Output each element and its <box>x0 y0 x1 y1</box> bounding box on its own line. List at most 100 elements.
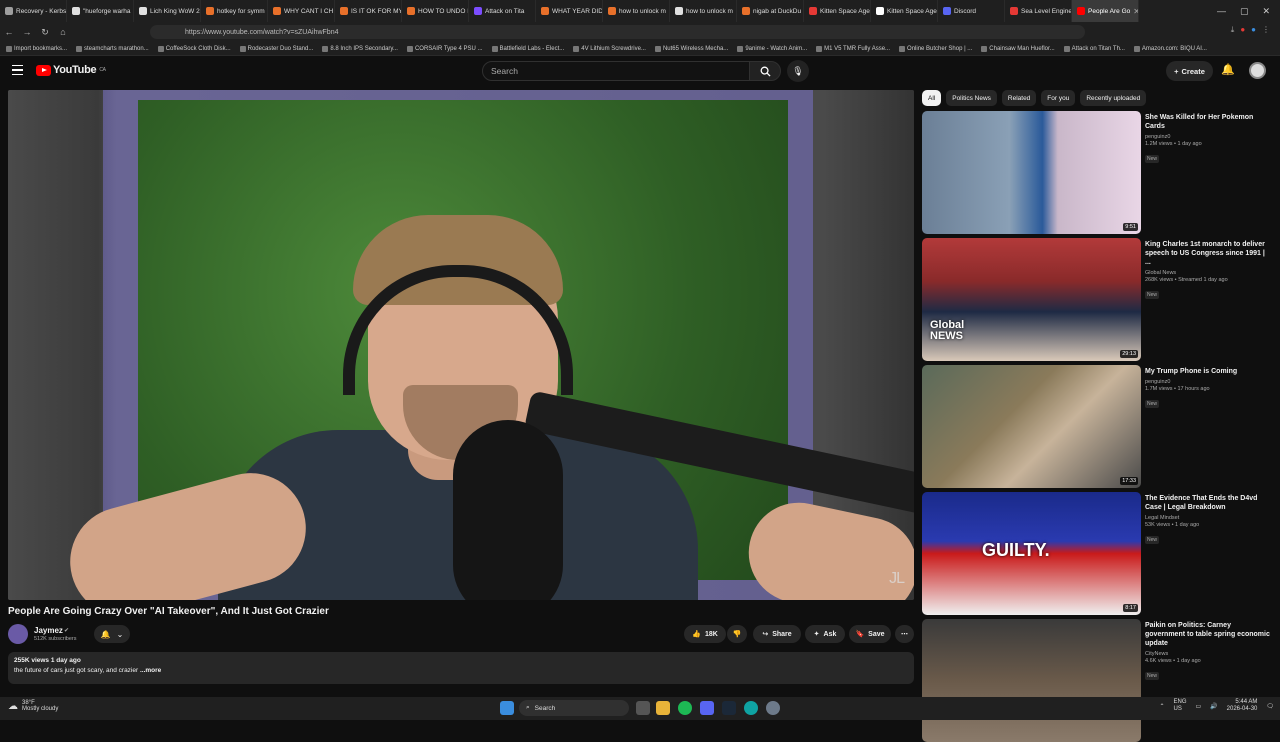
url-field[interactable]: https://www.youtube.com/watch?v=sZUAihwF… <box>150 25 1085 39</box>
volume-icon[interactable]: 🔊 <box>1210 703 1217 710</box>
bookmark-item[interactable]: Online Butcher Shop | ... <box>899 45 972 52</box>
file-explorer-icon[interactable] <box>656 701 670 715</box>
bookmark-item[interactable]: CORSAIR Type 4 PSU ... <box>406 45 483 52</box>
bookmark-item[interactable]: 8.8 Inch IPS Secondary... <box>322 45 398 52</box>
weather-widget[interactable]: ☁ 38°F Mostly cloudy <box>8 700 58 712</box>
minimize-icon[interactable]: — <box>1217 6 1226 16</box>
channel-avatar[interactable] <box>8 624 28 644</box>
browser-tab[interactable]: People Are Go✕ <box>1072 0 1139 22</box>
hamburger-menu-icon[interactable] <box>12 65 23 75</box>
bookmark-item[interactable]: steamcharts marathon... <box>76 45 149 52</box>
recommendation-card[interactable]: 17:33 My Trump Phone is Coming penguinz0 1.… <box>922 365 1272 488</box>
search-button[interactable] <box>749 61 781 81</box>
recommendation-thumbnail[interactable]: GUILTY. 8:17 <box>922 492 1141 615</box>
recommendation-card[interactable]: 9:51 She Was Killed for Her Pokemon Cards… <box>922 111 1272 234</box>
close-icon[interactable]: ✕ <box>1262 6 1270 17</box>
filter-chip[interactable]: For you <box>1041 90 1076 106</box>
taskbar-search[interactable]: ⌕ Search <box>519 700 629 716</box>
browser-tab[interactable]: WHY CANT I CH <box>268 0 335 22</box>
browser-tab[interactable]: how to unlock m <box>670 0 737 22</box>
recommendation-channel[interactable]: CityNews <box>1145 651 1270 657</box>
browser-tab[interactable]: how to unlock m <box>603 0 670 22</box>
browser-tab[interactable]: Kitten Space Age <box>804 0 871 22</box>
video-player[interactable]: JL <box>8 90 914 600</box>
notification-subscribe-button[interactable]: 🔔 ⌄ <box>94 625 130 643</box>
dislike-button[interactable]: 👎 <box>727 625 747 643</box>
recommendation-thumbnail[interactable]: 17:33 <box>922 365 1141 488</box>
chevron-up-icon[interactable]: ⌃ <box>1159 703 1164 710</box>
browser-icon[interactable] <box>744 701 758 715</box>
recommendation-channel[interactable]: Legal Mindset <box>1145 515 1270 521</box>
settings-icon[interactable] <box>766 701 780 715</box>
more-link[interactable]: ...more <box>140 667 161 674</box>
bookmark-item[interactable]: CoffeeSock Cloth Disk... <box>157 45 231 52</box>
browser-tab[interactable]: "hueforge warha <box>67 0 134 22</box>
voice-search-button[interactable]: 🎙 <box>787 60 809 82</box>
browser-tab[interactable]: nigab at DuckDu <box>737 0 804 22</box>
share-button[interactable]: ↪ Share <box>753 625 801 643</box>
home-icon[interactable]: ⌂ <box>54 27 72 37</box>
filter-chip[interactable]: All <box>922 90 942 106</box>
recommendation-channel[interactable]: Global News <box>1145 270 1270 276</box>
extension-icon[interactable]: ● <box>1240 25 1245 35</box>
youtube-logo[interactable]: YouTube CA <box>36 64 106 76</box>
channel-watermark[interactable]: JL <box>889 570 905 588</box>
clock[interactable]: 5:44 AM 2026-04-30 <box>1227 699 1258 713</box>
bookmark-item[interactable]: Attack on Titan Th... <box>1063 45 1125 52</box>
recommendation-thumbnail[interactable] <box>922 619 1141 742</box>
bookmark-item[interactable]: Import bookmarks... <box>6 45 67 52</box>
recommendation-thumbnail[interactable]: Global NEWS 29:13 <box>922 238 1141 361</box>
bookmark-item[interactable]: Amazon.com: BIQU AI... <box>1133 45 1207 52</box>
browser-tab[interactable]: Recovery - Kerbs <box>0 0 67 22</box>
tab-close-icon[interactable]: ✕ <box>1133 7 1138 16</box>
maximize-icon[interactable]: ▢ <box>1240 6 1249 17</box>
ask-button[interactable]: ✦ Ask <box>805 625 845 643</box>
browser-tab[interactable]: Sea Level Engine <box>1005 0 1072 22</box>
filter-chip[interactable]: Politics News <box>946 90 997 106</box>
extension-icon[interactable]: ● <box>1251 25 1256 35</box>
recommendation-channel[interactable]: penguinz0 <box>1145 134 1270 140</box>
start-icon[interactable] <box>500 701 514 715</box>
bookmark-item[interactable]: Chainsaw Man Hueflor... <box>981 45 1055 52</box>
download-icon[interactable]: ⤓ <box>1231 25 1235 35</box>
menu-icon[interactable]: ⋮ <box>1262 25 1270 35</box>
back-icon[interactable]: ← <box>0 27 18 37</box>
language[interactable]: ENG <box>1174 699 1187 706</box>
browser-tab[interactable]: Kitten Space Age <box>871 0 938 22</box>
recommendation-card[interactable]: Global NEWS 29:13 King Charles 1st monarch… <box>922 238 1272 361</box>
search-input[interactable]: Search <box>482 61 750 81</box>
notifications-icon[interactable]: 🗨 <box>1266 703 1274 710</box>
bookmark-item[interactable]: Rodecaster Duo Stand... <box>239 45 313 52</box>
reload-icon[interactable]: ↻ <box>36 27 54 38</box>
filter-chip[interactable]: Recently uploaded <box>1080 90 1147 106</box>
browser-tab[interactable]: HOW TO UNDO I <box>402 0 469 22</box>
task-view-icon[interactable] <box>636 701 650 715</box>
recommendation-channel[interactable]: penguinz0 <box>1145 379 1270 385</box>
bookmark-item[interactable]: Nut65 Wireless Mecha... <box>654 45 728 52</box>
browser-tab[interactable]: Attack on Tita <box>469 0 536 22</box>
bookmark-item[interactable]: 9anime - Watch Anim... <box>737 45 807 52</box>
save-button[interactable]: 🔖 Save <box>849 625 891 643</box>
network-icon[interactable]: ▭ <box>1196 703 1202 710</box>
bookmark-item[interactable]: Battlefield Labs - Elect... <box>491 45 564 52</box>
recommendation-thumbnail[interactable]: 9:51 <box>922 111 1141 234</box>
recommendation-card[interactable]: Paikin on Politics: Carney government to… <box>922 619 1272 742</box>
browser-tab[interactable]: IS IT OK FOR MY <box>335 0 402 22</box>
forward-icon[interactable]: → <box>18 27 36 37</box>
description-box[interactable]: 255K views 1 day ago the future of cars … <box>8 652 914 684</box>
browser-tab[interactable]: Discord <box>938 0 1005 22</box>
steam-icon[interactable] <box>722 701 736 715</box>
account-avatar[interactable] <box>1249 62 1266 79</box>
more-actions-button[interactable]: ⋯ <box>895 625 914 643</box>
recommendation-card[interactable]: GUILTY. 8:17 The Evidence That Ends the D4… <box>922 492 1272 615</box>
bookmark-item[interactable]: M1 V5 TMR Fully Asse... <box>816 45 890 52</box>
discord-icon[interactable] <box>700 701 714 715</box>
bookmark-item[interactable]: 4V Lithium Screwdrive... <box>573 45 646 52</box>
browser-tab[interactable]: Lich King WoW 2 <box>134 0 201 22</box>
browser-tab[interactable]: WHAT YEAR DID <box>536 0 603 22</box>
notifications-bell-icon[interactable]: 🔔 <box>1221 63 1235 76</box>
filter-chip[interactable]: Related <box>1001 90 1037 106</box>
spotify-icon[interactable] <box>678 701 692 715</box>
like-button[interactable]: 👍 18K <box>684 625 726 643</box>
browser-tab[interactable]: hotkey for symm <box>201 0 268 22</box>
